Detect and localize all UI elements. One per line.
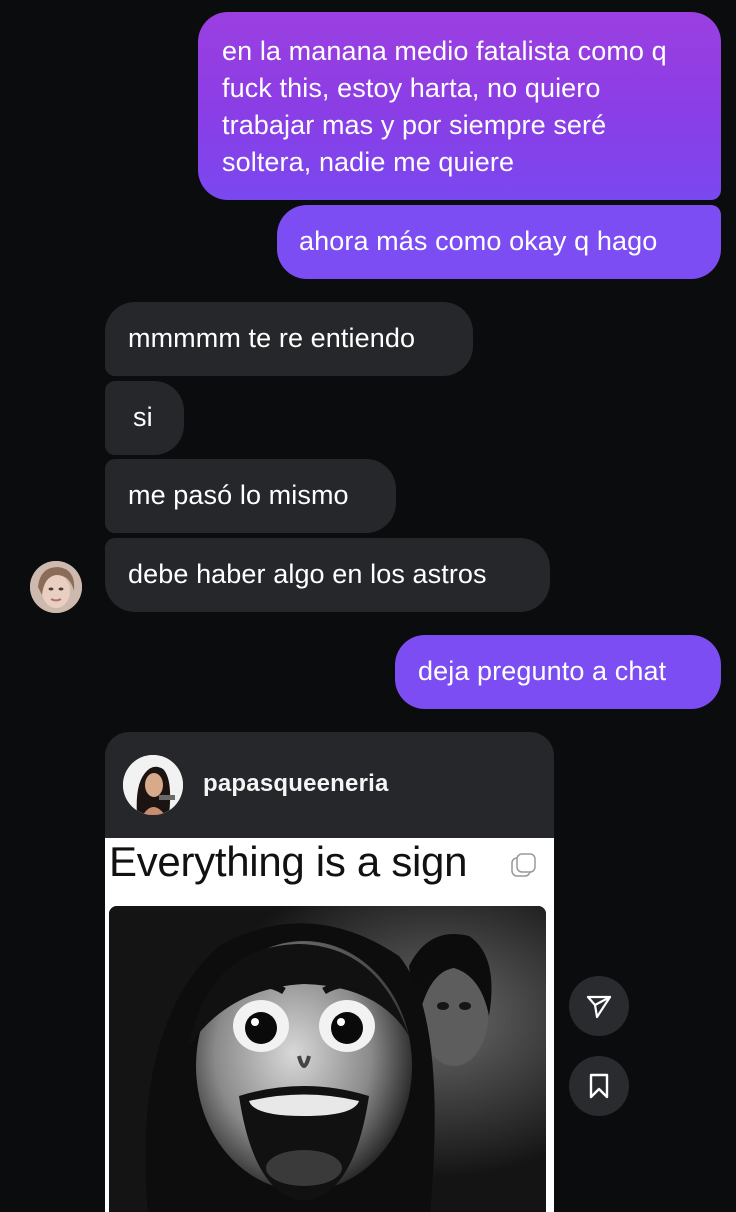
shared-post-card[interactable]: papasqueeneria Everything is a sign: [105, 732, 554, 1212]
message-text: ahora más como okay q hago: [299, 226, 658, 256]
post-author-avatar[interactable]: [123, 755, 183, 815]
shared-post-header[interactable]: papasqueeneria: [105, 732, 554, 838]
copy-icon: [511, 853, 536, 877]
message-bubble-outgoing[interactable]: deja pregunto a chat: [395, 635, 721, 709]
message-text: en la manana medio fatalista como q fuck…: [222, 36, 667, 177]
message-bubble-incoming[interactable]: me pasó lo mismo: [105, 459, 396, 533]
post-author-photo: [123, 755, 183, 815]
paper-plane-icon: [586, 995, 612, 1019]
sender-avatar[interactable]: [30, 561, 82, 613]
message-text: me pasó lo mismo: [128, 480, 349, 510]
message-bubble-incoming[interactable]: debe haber algo en los astros: [105, 538, 550, 612]
message-text: si: [133, 402, 153, 432]
meme-face-illustration: [109, 906, 546, 1212]
message-text: deja pregunto a chat: [418, 656, 667, 686]
message-bubble-incoming[interactable]: si: [105, 381, 184, 455]
save-button[interactable]: [569, 1056, 629, 1116]
message-bubble-outgoing[interactable]: ahora más como okay q hago: [277, 205, 721, 279]
message-bubble-outgoing[interactable]: en la manana medio fatalista como q fuck…: [198, 12, 721, 200]
meme-photo: [109, 906, 546, 1212]
share-button[interactable]: [569, 976, 629, 1036]
bookmark-icon: [589, 1073, 609, 1099]
message-text: debe haber algo en los astros: [128, 559, 487, 589]
post-image[interactable]: Everything is a sign: [105, 838, 554, 1212]
meme-caption: Everything is a sign: [109, 838, 468, 885]
avatar-photo: [30, 561, 82, 613]
message-text: mmmmm te re entiendo: [128, 323, 416, 353]
message-bubble-incoming[interactable]: mmmmm te re entiendo: [105, 302, 473, 376]
post-username[interactable]: papasqueeneria: [203, 770, 389, 798]
